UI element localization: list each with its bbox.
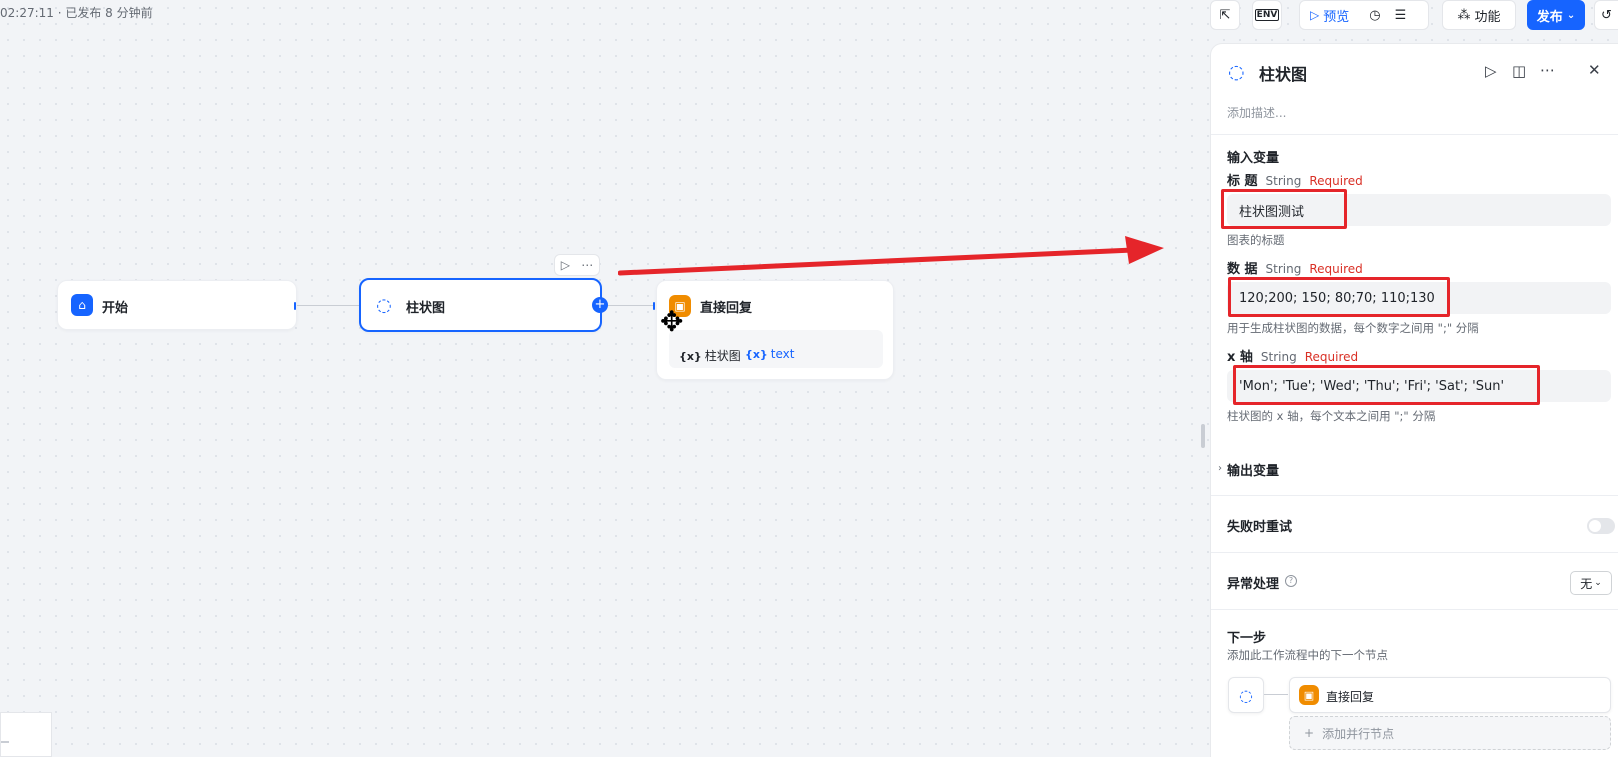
field-xaxis-label: x 轴 String Required — [1227, 350, 1359, 365]
start-output-port[interactable] — [294, 302, 296, 310]
more-icon[interactable]: ⋯ — [1540, 61, 1555, 79]
reply-node-title: 直接回复 — [700, 301, 753, 316]
variable-icon: {x} — [679, 350, 702, 363]
field-title-label: 标 题 String Required — [1227, 174, 1363, 189]
home-icon: ⌂ — [71, 294, 93, 316]
chart-plugin-icon: ◌ — [1239, 685, 1253, 705]
next-connector — [1264, 694, 1288, 695]
publish-button[interactable]: 发布 ⌄ — [1527, 0, 1585, 30]
node-mini-toolbar: ▷ ⋯ — [554, 254, 600, 276]
title-hint: 图表的标题 — [1227, 233, 1285, 247]
features-button[interactable]: ⁂ 功能 — [1442, 0, 1516, 30]
env-icon: ENV — [1254, 9, 1280, 21]
add-parallel-node-button[interactable]: + 添加并行节点 — [1289, 716, 1611, 750]
more-icon[interactable]: ⋯ — [581, 258, 593, 272]
env-button[interactable]: ENV — [1252, 0, 1282, 30]
var-tag-source: {x} 柱状图 — [679, 349, 741, 363]
share-button[interactable]: ⇱ — [1210, 0, 1240, 30]
move-cursor-icon: ✥ — [660, 305, 684, 338]
add-node-plus-icon[interactable]: + — [592, 297, 608, 313]
chart-node-title: 柱状图 — [406, 301, 446, 316]
edge-chart-reply — [608, 305, 654, 306]
panel-resize-handle[interactable] — [1201, 424, 1205, 448]
next-step-title: 下一步 — [1227, 631, 1267, 646]
edge-start-chart — [297, 305, 359, 306]
data-hint: 用于生成柱状图的数据，每个数字之间用 ";" 分隔 — [1227, 321, 1479, 335]
preview-group: ▷ 预览 ◷ ☰ — [1299, 0, 1429, 30]
description-input[interactable]: 添加描述... — [1227, 104, 1286, 121]
field-data-label: 数 据 String Required — [1227, 262, 1363, 277]
error-handling-select[interactable]: 无 ⌄ — [1570, 571, 1612, 595]
features-label: 功能 — [1474, 9, 1501, 25]
annotation-box — [1228, 277, 1450, 317]
checklist-icon[interactable]: ☰ — [1395, 8, 1407, 23]
reply-content-box: {x} 柱状图 / {x} text — [669, 330, 883, 368]
annotation-box — [1221, 189, 1347, 229]
chart-node[interactable]: ◌ 柱状图 — [359, 278, 602, 332]
minimap[interactable] — [0, 712, 52, 757]
divider — [1211, 609, 1618, 610]
node-config-panel: ◌ 柱状图 ▷ ◫ ⋯ ✕ 添加描述... 输入变量 标 题 String Requ… — [1210, 43, 1618, 757]
chevron-right-icon[interactable]: › — [1218, 463, 1222, 474]
publish-label: 发布 — [1536, 9, 1563, 25]
next-node-card[interactable]: ▣ 直接回复 — [1289, 677, 1611, 713]
retry-label: 失败时重试 — [1227, 520, 1293, 535]
run-node-icon[interactable]: ▷ — [561, 258, 570, 272]
apps-icon: ⁂ — [1457, 7, 1471, 23]
divider — [1211, 134, 1618, 135]
retry-toggle[interactable] — [1587, 518, 1615, 534]
run-icon[interactable]: ▷ — [1485, 62, 1497, 80]
chevron-down-icon: ⌄ — [1594, 578, 1602, 588]
next-step-hint: 添加此工作流程中的下一个节点 — [1227, 648, 1388, 662]
outputs-section-title[interactable]: 输出变量 — [1227, 460, 1279, 479]
chevron-down-icon: ⌄ — [1566, 9, 1576, 21]
history-button[interactable]: ↺ — [1594, 0, 1618, 30]
var-tag-name: {x} text — [745, 347, 795, 361]
divider — [1211, 495, 1618, 496]
help-icon[interactable]: ? — [1285, 575, 1297, 587]
start-node[interactable]: ⌂ 开始 — [57, 280, 297, 330]
current-node-chip: ◌ — [1228, 677, 1264, 713]
inputs-section-title: 输入变量 — [1227, 151, 1280, 166]
xaxis-hint: 柱状图的 x 轴，每个文本之间用 ";" 分隔 — [1227, 409, 1436, 423]
reply-input-port[interactable] — [653, 302, 655, 310]
variable-icon: {x} — [745, 348, 768, 361]
share-icon: ⇱ — [1219, 7, 1231, 23]
reply-icon: ▣ — [1299, 685, 1319, 705]
annotation-arrow — [618, 236, 1164, 276]
close-icon[interactable]: ✕ — [1588, 61, 1601, 79]
split-view-icon[interactable]: ◫ — [1512, 62, 1526, 80]
error-handling-label: 异常处理 — [1227, 577, 1280, 592]
next-node-name: 直接回复 — [1326, 690, 1375, 704]
publish-status: 02:27:11 · 已发布 8 分钟前 — [0, 6, 153, 20]
divider — [1211, 552, 1618, 553]
chart-plugin-icon: ◌ — [1228, 61, 1245, 83]
reply-node[interactable]: ▣ 直接回复 回复 {x}柱状图 / {x}text — [656, 280, 894, 380]
stopwatch-icon[interactable]: ◷ — [1369, 8, 1380, 23]
plus-icon: + — [1304, 726, 1315, 740]
annotation-box — [1233, 365, 1540, 405]
separator: / — [736, 348, 740, 361]
preview-button[interactable]: 预览 — [1323, 6, 1353, 25]
play-icon: ▷ — [1310, 8, 1320, 22]
chart-plugin-icon: ◌ — [376, 294, 392, 316]
panel-title[interactable]: 柱状图 — [1259, 61, 1307, 85]
start-node-title: 开始 — [102, 301, 129, 316]
history-icon: ↺ — [1601, 7, 1612, 23]
